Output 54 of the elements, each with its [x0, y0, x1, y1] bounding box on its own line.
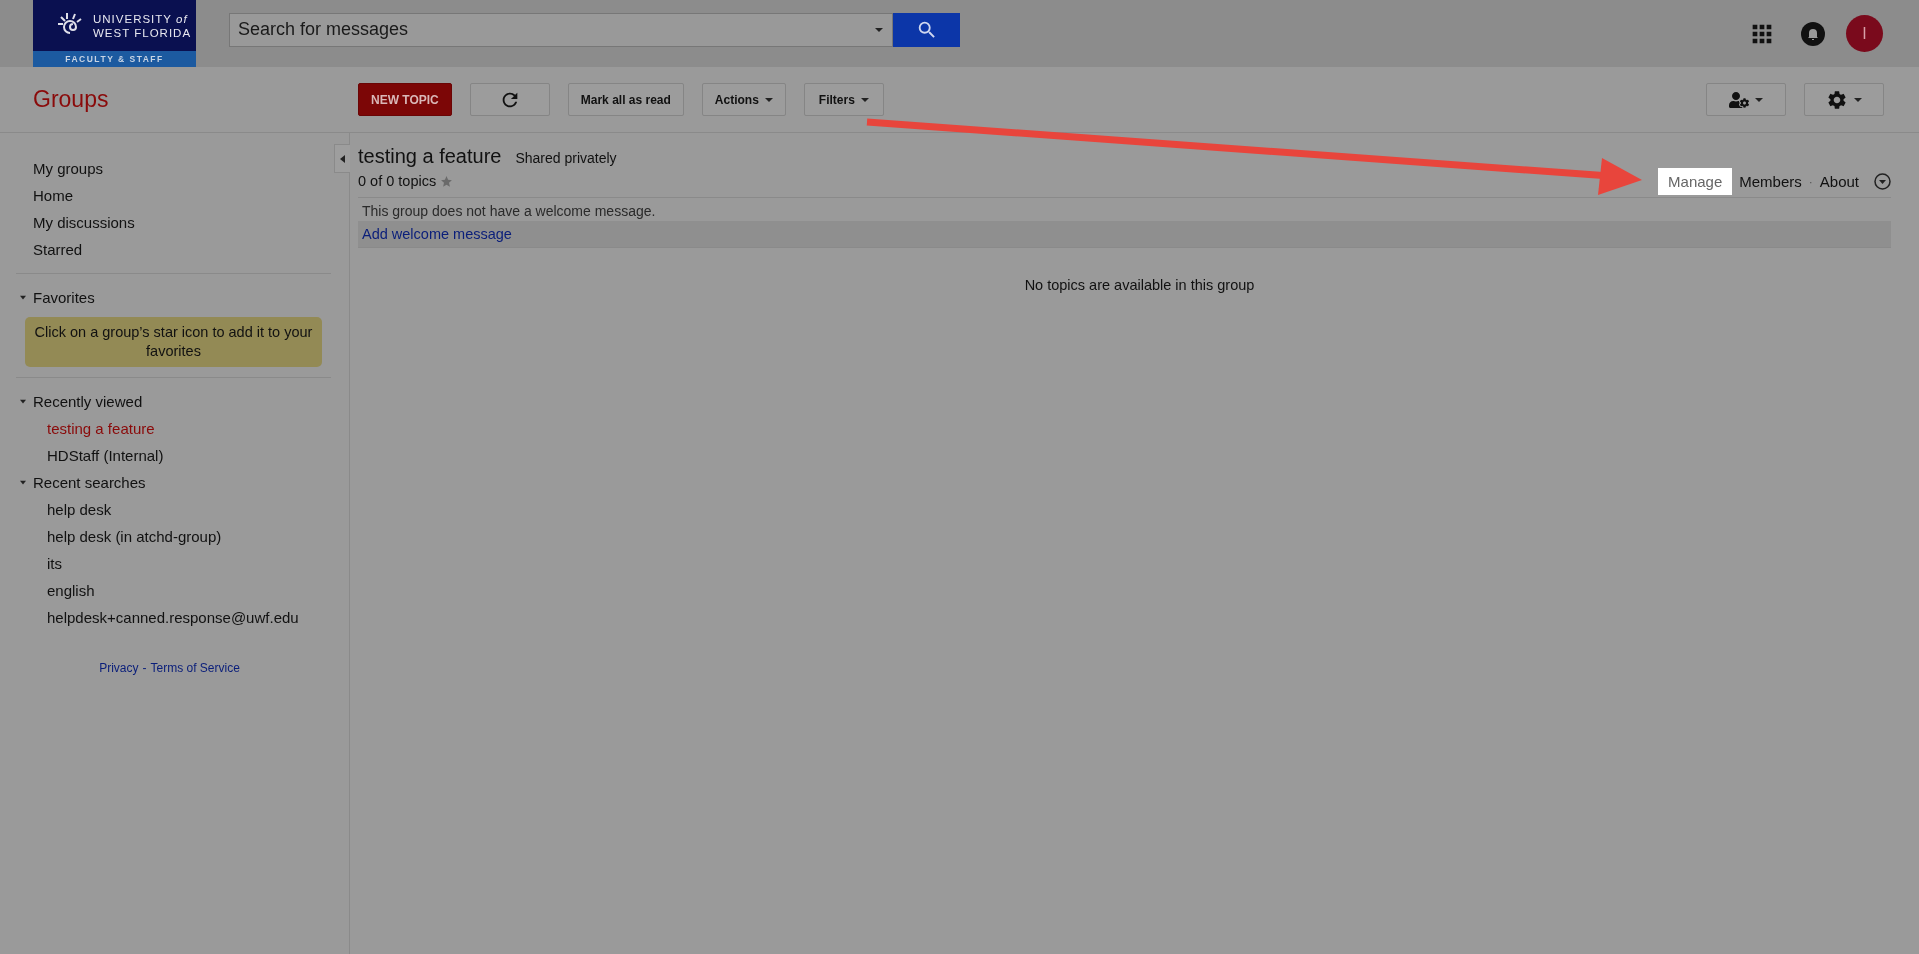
recent-search-link[interactable]: help desk	[47, 496, 112, 523]
recent-search-link[interactable]: helpdesk+canned.response@uwf.edu	[47, 604, 299, 631]
sidebar-item[interactable]: Home	[33, 182, 73, 209]
menu-button[interactable]: Actions	[701, 83, 786, 116]
sidebar-item[interactable]: My groups	[33, 155, 104, 182]
searches-heading[interactable]: Recent searches	[0, 469, 146, 496]
recent-search-link[interactable]: english	[47, 577, 95, 604]
empty-message: No topics are available in this group	[1023, 277, 1256, 293]
settings-button[interactable]	[1804, 83, 1884, 116]
new-topic-button[interactable]: NEW TOPIC	[358, 83, 452, 116]
sidebar-item[interactable]: Starred	[33, 236, 83, 263]
logo-text: UNIVERSITY of	[93, 11, 189, 26]
dropdown-caret-icon[interactable]	[875, 27, 883, 32]
link-separator: ·	[1808, 174, 1813, 189]
caret-icon	[19, 294, 27, 301]
footer-separator: -	[142, 661, 147, 675]
group-nav-link[interactable]: Manage	[1658, 168, 1733, 195]
recent-group-link[interactable]: testing a feature	[47, 415, 155, 442]
group-nav-link[interactable]: About	[1819, 168, 1859, 195]
search-button[interactable]	[893, 12, 960, 47]
recent-search-link[interactable]: its	[47, 550, 62, 577]
welcome-notice: This group does not have a welcome message.	[361, 202, 657, 221]
add-welcome-link[interactable]: Add welcome message	[362, 226, 512, 242]
sidebar-item[interactable]: My discussions	[33, 209, 135, 236]
recent-group-link[interactable]: HDStaff (Internal)	[47, 442, 164, 469]
notifications-icon[interactable]	[1800, 20, 1826, 47]
person-gear-icon	[1729, 89, 1749, 110]
sharing-label: Shared privately	[515, 150, 617, 166]
recent-search-link[interactable]: help desk (in atchd-group)	[47, 523, 222, 550]
recent-heading[interactable]: Recently viewed	[0, 388, 143, 415]
caret-icon	[19, 479, 27, 486]
dropdown-circle-icon[interactable]	[1874, 173, 1891, 190]
caret-icon	[340, 154, 345, 163]
app-title: Groups	[32, 86, 110, 113]
star-icon[interactable]	[440, 174, 454, 188]
favorites-heading[interactable]: Favorites	[0, 284, 95, 311]
user-avatar[interactable]: I	[1846, 15, 1883, 52]
group-title: testing a feature	[358, 145, 502, 168]
logo-text: WEST FLORIDA	[93, 25, 192, 40]
terms-link[interactable]: Terms of Service	[150, 661, 240, 675]
collapse-sidebar-button[interactable]	[334, 144, 350, 173]
privacy-link[interactable]: Privacy	[99, 661, 139, 675]
favorites-hint: Click on a group’s star icon to add it to your favorites	[25, 317, 322, 367]
search-field[interactable]: Search for messages	[229, 12, 893, 47]
menu-button[interactable]: Filters	[803, 83, 884, 116]
refresh-button[interactable]	[469, 83, 550, 116]
university-logo[interactable]: UNIVERSITY of WEST FLORIDA FACULTY & STAFF	[33, 0, 196, 67]
logo-subtitle: FACULTY & STAFF	[33, 51, 196, 67]
mark-read-button[interactable]: Mark all as read	[567, 83, 684, 116]
caret-icon	[19, 398, 27, 405]
topic-count: 0 of 0 topics	[358, 173, 437, 189]
settings-icon	[1826, 88, 1848, 111]
group-nav-link[interactable]: Members	[1739, 168, 1802, 195]
member-settings-button[interactable]	[1706, 83, 1786, 116]
